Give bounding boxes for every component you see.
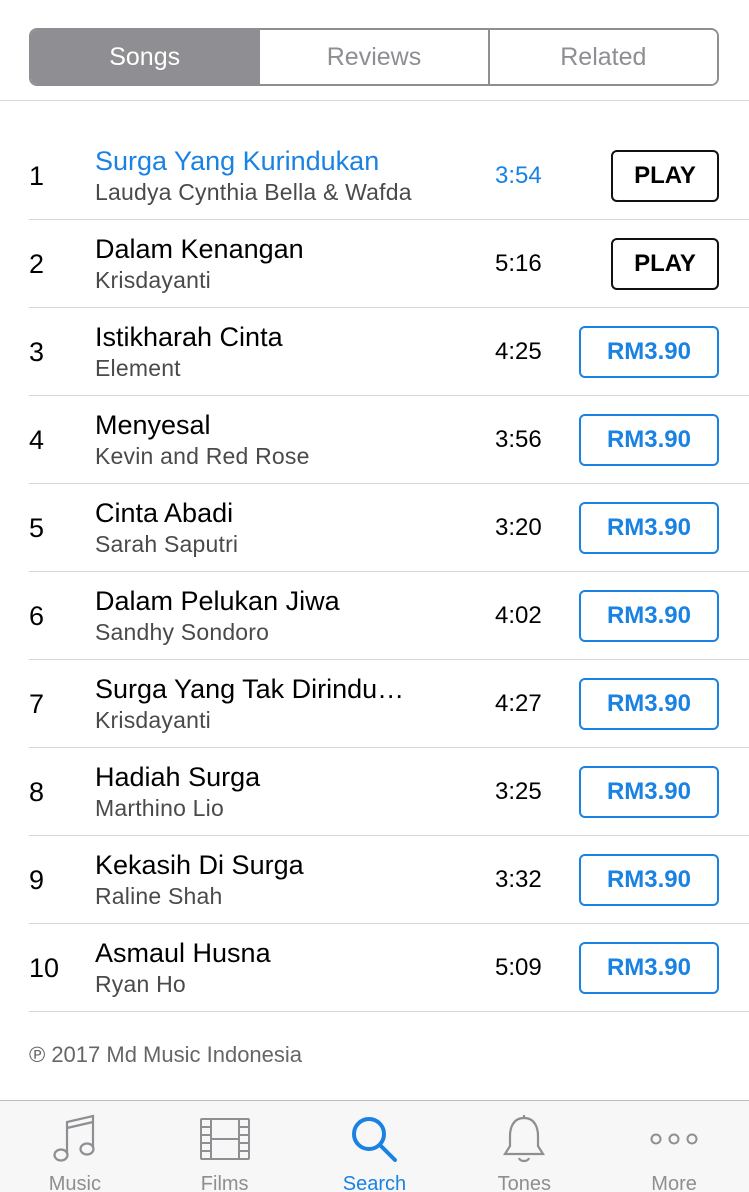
search-icon <box>346 1113 402 1165</box>
song-duration: 3:56 <box>495 426 542 453</box>
song-title: Menyesal <box>95 410 211 440</box>
buy-price-button[interactable]: RM3.90 <box>579 502 719 554</box>
tab-label: Films <box>200 1173 249 1192</box>
track-number: 10 <box>29 952 60 983</box>
song-title: Istikharah Cinta <box>95 322 283 352</box>
track-number: 4 <box>29 424 45 455</box>
song-artist: Sarah Saputri <box>95 531 239 557</box>
song-artist: Ryan Ho <box>95 971 186 997</box>
segment-related[interactable]: Related <box>487 30 717 84</box>
buy-price-button[interactable]: RM3.90 <box>579 678 719 730</box>
tab-label: Music <box>48 1173 101 1192</box>
tab-tones[interactable]: Tones <box>449 1101 599 1192</box>
song-row[interactable]: 10 Asmaul Husna Ryan Ho 5:09 RM3.90 <box>29 924 749 1012</box>
music-note-icon <box>47 1113 103 1165</box>
song-artist: Krisdayanti <box>95 267 211 293</box>
song-duration: 3:25 <box>495 778 542 805</box>
more-dots-icon <box>646 1113 702 1165</box>
song-duration: 3:20 <box>495 514 542 541</box>
song-title: Dalam Pelukan Jiwa <box>95 586 340 616</box>
track-number: 7 <box>29 688 45 719</box>
song-duration: 5:16 <box>495 250 542 277</box>
buy-price-button[interactable]: RM3.90 <box>579 766 719 818</box>
tab-label: Tones <box>497 1173 551 1192</box>
buy-price-button[interactable]: RM3.90 <box>579 414 719 466</box>
song-title: Asmaul Husna <box>95 938 271 968</box>
tab-music[interactable]: Music <box>0 1101 150 1192</box>
play-button[interactable]: PLAY <box>611 150 719 202</box>
track-number: 3 <box>29 336 45 367</box>
track-number: 2 <box>29 248 45 279</box>
tab-films[interactable]: Films <box>150 1101 300 1192</box>
song-title: Kekasih Di Surga <box>95 850 304 880</box>
song-row[interactable]: 3 Istikharah Cinta Element 4:25 RM3.90 <box>29 308 749 396</box>
track-number: 5 <box>29 512 45 543</box>
song-title: Surga Yang Tak Dirindu… <box>95 674 405 704</box>
song-artist: Krisdayanti <box>95 707 211 733</box>
copyright-text: ℗ 2017 Md Music Indonesia <box>29 1042 303 1067</box>
song-title: Hadiah Surga <box>95 762 261 792</box>
buy-price-button[interactable]: RM3.90 <box>579 854 719 906</box>
buy-price-button[interactable]: RM3.90 <box>579 590 719 642</box>
tab-more[interactable]: More <box>599 1101 749 1192</box>
bell-icon <box>496 1113 552 1165</box>
song-artist: Element <box>95 355 181 381</box>
song-artist: Sandhy Sondoro <box>95 619 270 645</box>
song-artist: Laudya Cynthia Bella & Wafda <box>95 179 412 205</box>
track-number: 8 <box>29 776 45 807</box>
song-duration: 5:09 <box>495 954 542 981</box>
song-row[interactable]: 2 Dalam Kenangan Krisdayanti 5:16 PLAY <box>29 220 749 308</box>
song-row[interactable]: 6 Dalam Pelukan Jiwa Sandhy Sondoro 4:02… <box>29 572 749 660</box>
segmented-control: Songs Reviews Related <box>29 28 719 86</box>
tab-label: More <box>651 1173 697 1192</box>
song-title: Dalam Kenangan <box>95 234 304 264</box>
song-artist: Kevin and Red Rose <box>95 443 310 469</box>
film-strip-icon <box>197 1113 253 1165</box>
song-duration: 4:27 <box>495 690 542 717</box>
song-duration: 4:02 <box>495 602 542 629</box>
song-row[interactable]: 8 Hadiah Surga Marthino Lio 3:25 RM3.90 <box>29 748 749 836</box>
song-row[interactable]: 9 Kekasih Di Surga Raline Shah 3:32 RM3.… <box>29 836 749 924</box>
song-row[interactable]: 5 Cinta Abadi Sarah Saputri 3:20 RM3.90 <box>29 484 749 572</box>
tab-bar: Music Films Search Tones More <box>0 1100 749 1192</box>
buy-price-button[interactable]: RM3.90 <box>579 942 719 994</box>
song-duration: 3:54 <box>495 162 542 189</box>
segment-songs[interactable]: Songs <box>31 30 259 84</box>
buy-price-button[interactable]: RM3.90 <box>579 326 719 378</box>
song-list: 1 Surga Yang Kurindukan Laudya Cynthia B… <box>29 132 749 1012</box>
song-title: Surga Yang Kurindukan <box>95 146 380 176</box>
song-artist: Raline Shah <box>95 883 223 909</box>
song-row[interactable]: 7 Surga Yang Tak Dirindu… Krisdayanti 4:… <box>29 660 749 748</box>
play-button[interactable]: PLAY <box>611 238 719 290</box>
song-title: Cinta Abadi <box>95 498 234 528</box>
track-number: 9 <box>29 864 45 895</box>
segment-header: Songs Reviews Related <box>0 0 749 101</box>
song-duration: 4:25 <box>495 338 542 365</box>
song-row[interactable]: 1 Surga Yang Kurindukan Laudya Cynthia B… <box>29 132 749 220</box>
tab-search[interactable]: Search <box>300 1101 450 1192</box>
track-number: 1 <box>29 160 45 191</box>
segment-reviews[interactable]: Reviews <box>258 30 488 84</box>
song-duration: 3:32 <box>495 866 542 893</box>
song-artist: Marthino Lio <box>95 795 224 821</box>
song-row[interactable]: 4 Menyesal Kevin and Red Rose 3:56 RM3.9… <box>29 396 749 484</box>
tab-label: Search <box>342 1173 407 1192</box>
track-number: 6 <box>29 600 45 631</box>
